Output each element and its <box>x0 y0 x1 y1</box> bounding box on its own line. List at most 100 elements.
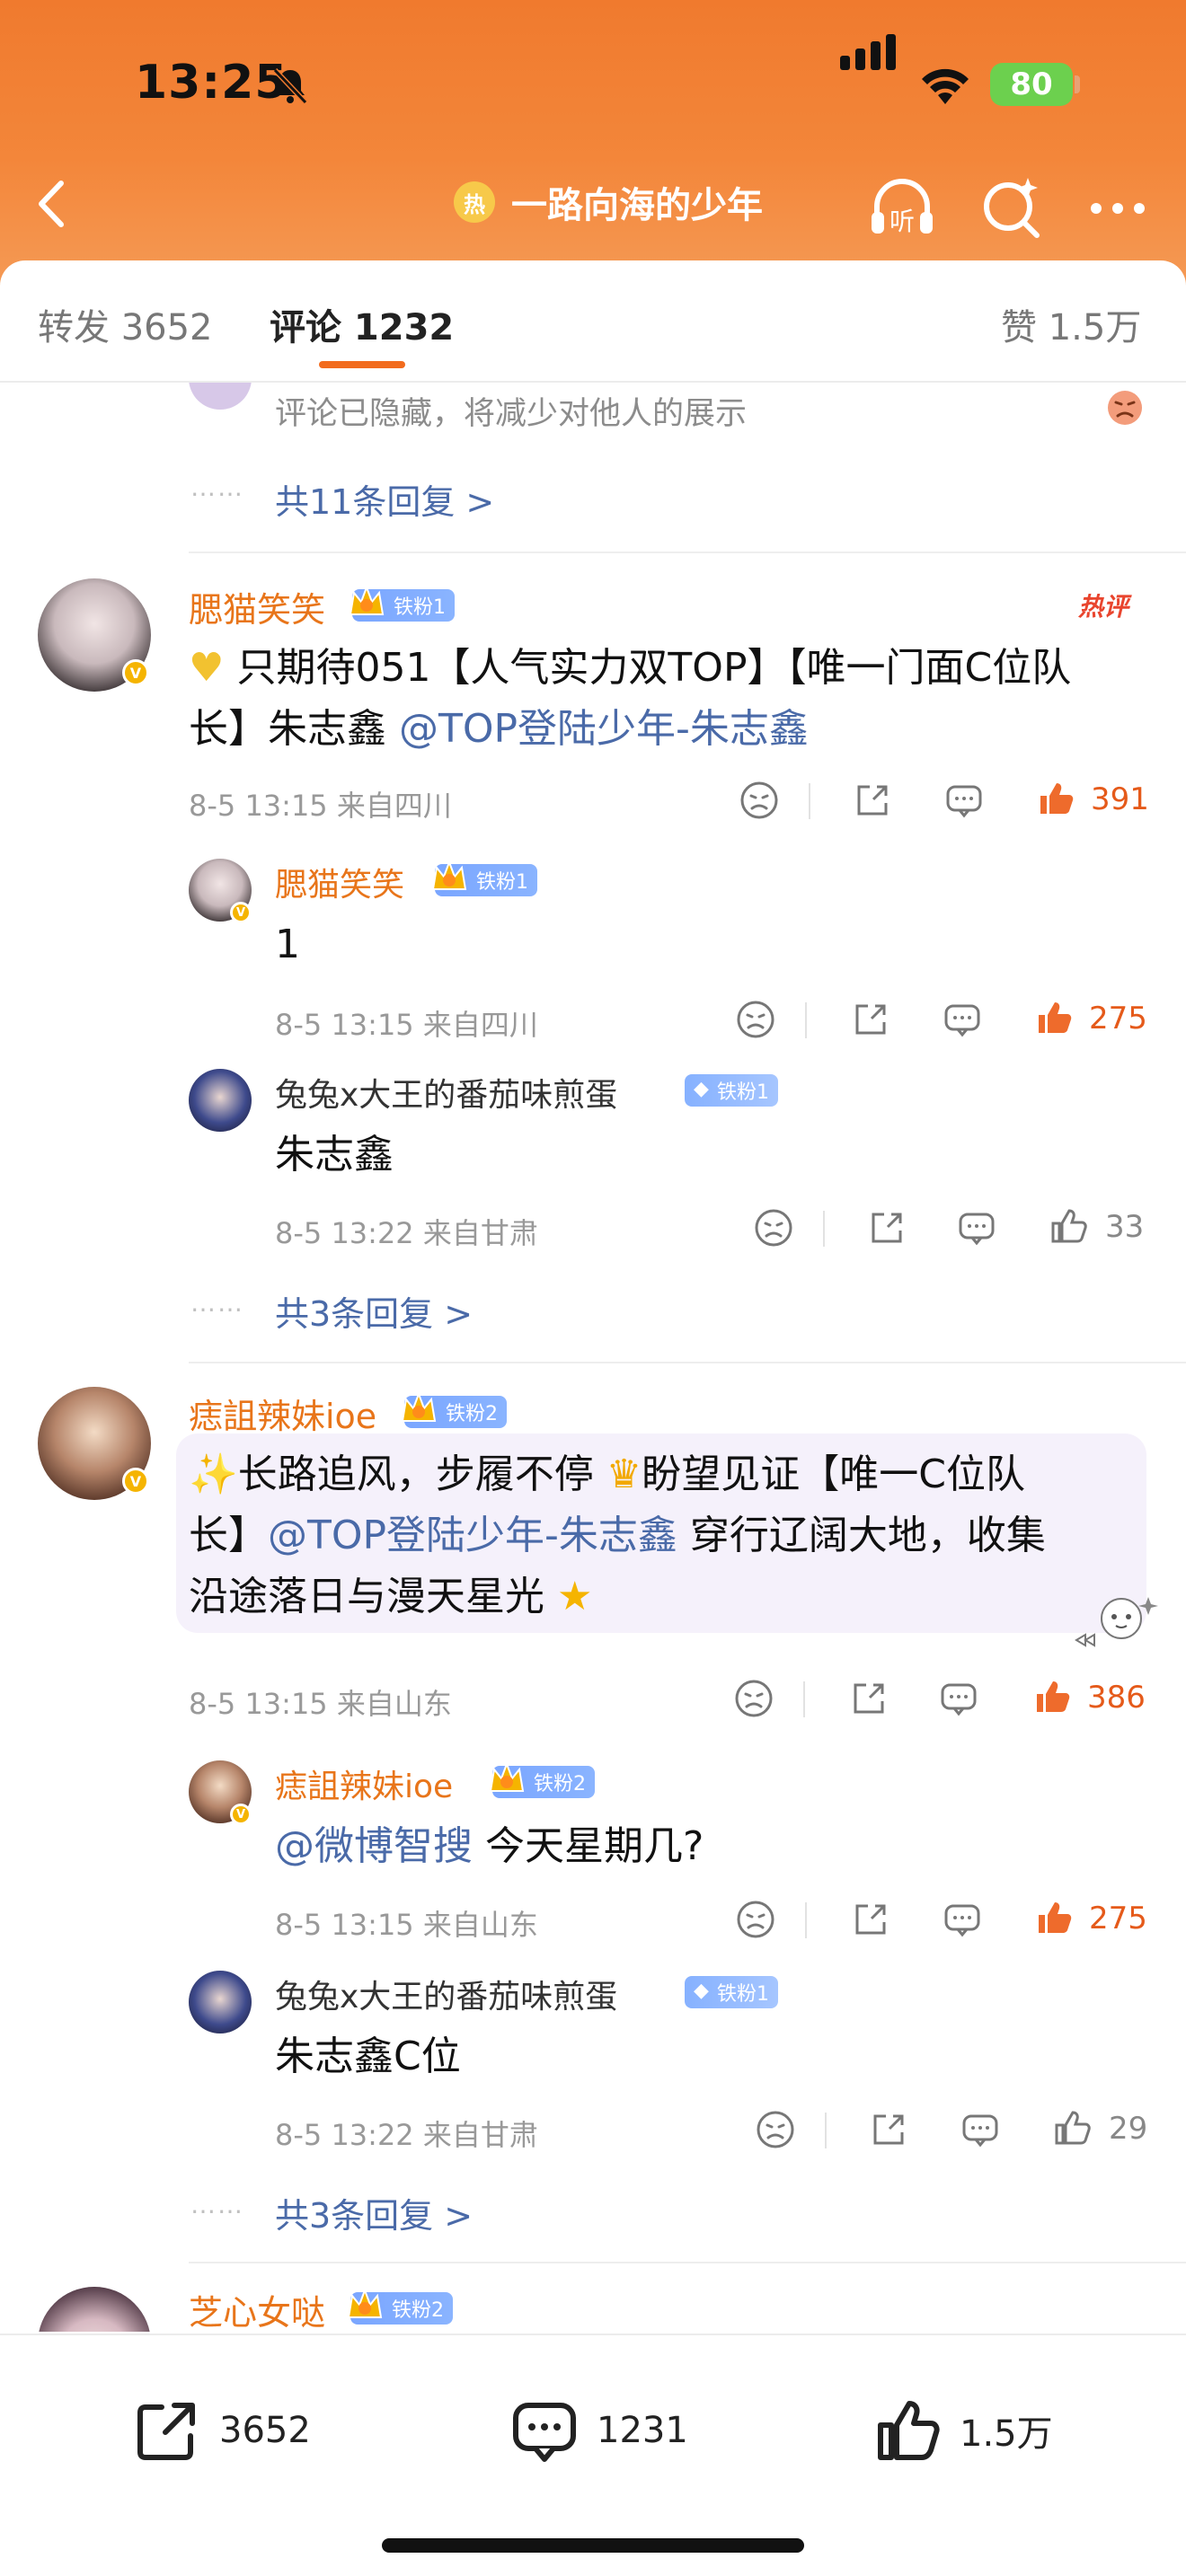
fan-level-badge: 铁粉2 <box>347 2288 453 2325</box>
reply-meta: 8-5 13:15 来自四川 <box>275 1008 538 1042</box>
action-separator <box>803 1681 805 1717</box>
tabs-panel: 转发 3652 评论 1232 赞 1.5万 <box>0 260 1186 382</box>
reply-body: 1 <box>275 922 300 967</box>
diamond-icon: ◆ <box>694 1980 709 2002</box>
fan-level-label: 铁粉1 <box>476 871 528 894</box>
thumbs-up-icon[interactable] <box>1033 997 1075 1038</box>
thumbs-up-icon[interactable] <box>1031 1676 1073 1717</box>
topic-title[interactable]: 热 一路向海的少年 <box>454 176 763 228</box>
headphones-icon[interactable]: 听 <box>864 169 940 244</box>
thread-divider <box>189 551 1186 553</box>
username[interactable]: 腮猫笑笑 <box>275 859 404 905</box>
avatar[interactable] <box>189 1069 252 1132</box>
comment-body-line: ✨长路追风，步履不停 ♛盼望见证【唯一C位队 <box>189 1451 1025 1497</box>
view-more-replies-link[interactable]: 共3条回复 > <box>275 2188 473 2237</box>
more-options-icon[interactable] <box>1080 169 1155 244</box>
dislike-face-icon[interactable] <box>753 1207 794 1248</box>
username[interactable]: 腮猫笑笑 <box>189 582 325 631</box>
thread-divider <box>189 2262 1186 2263</box>
username[interactable]: 兔兔x大王的番茄味煎蛋 <box>275 1069 617 1116</box>
view-more-replies-link[interactable]: 共11条回复 > <box>275 474 494 524</box>
username[interactable]: 芝心女哒 <box>189 2285 325 2332</box>
mention-link[interactable]: @微博智搜 <box>275 1823 473 1869</box>
page-title: 一路向海的少年 <box>511 185 763 226</box>
view-more-replies-link[interactable]: 共3条回复 > <box>275 1286 473 1336</box>
share-icon[interactable] <box>868 2109 909 2150</box>
repost-icon <box>137 2403 195 2460</box>
avatar[interactable] <box>38 2287 151 2332</box>
reply-bubble-icon[interactable] <box>942 1899 983 1940</box>
tab-likes[interactable]: 赞 1.5万 <box>1001 298 1141 350</box>
back-arrow-icon[interactable] <box>29 172 74 235</box>
tab-repost[interactable]: 转发 3652 <box>38 298 213 350</box>
fan-level-label: 铁粉2 <box>534 1773 586 1795</box>
reply-bubble-icon[interactable] <box>942 999 983 1040</box>
fan-level-label: 铁粉1 <box>394 596 446 619</box>
thumbs-up-icon <box>878 2401 940 2460</box>
thumbs-up-icon[interactable] <box>1033 1897 1075 1938</box>
action-separator <box>825 2113 827 2148</box>
battery-tip <box>1075 75 1080 93</box>
share-icon[interactable] <box>848 1678 890 1719</box>
username[interactable]: 痣詛辣妹ioe <box>275 1760 453 1807</box>
repost-button[interactable]: 3652 <box>131 2395 311 2466</box>
tab-comments[interactable]: 评论 1232 <box>270 298 454 350</box>
like-count: 391 <box>1091 781 1149 817</box>
search-sparkle-icon[interactable] <box>974 169 1049 244</box>
diamond-icon: ◆ <box>694 1078 709 1100</box>
like-count: 275 <box>1089 1901 1147 1936</box>
hidden-comment-note: 评论已隐藏，将减少对他人的展示 <box>275 396 748 432</box>
reply-bubble-icon[interactable] <box>960 2109 1001 2150</box>
username[interactable]: 兔兔x大王的番茄味煎蛋 <box>275 1971 617 2017</box>
reply-meta: 8-5 13:22 来自甘肃 <box>275 2118 538 2152</box>
comment-meta: 8-5 13:15 来自四川 <box>189 789 452 823</box>
thumbs-up-outline-icon[interactable] <box>1051 2107 1093 2148</box>
bell-muted-icon <box>272 67 308 105</box>
share-icon[interactable] <box>850 999 891 1040</box>
comment-meta: 8-5 13:15 来自山东 <box>189 1687 452 1721</box>
status-bar: 13:25 80 <box>0 0 1186 171</box>
like-button[interactable]: 1.5万 <box>872 2395 1053 2466</box>
comment-button[interactable]: 1231 <box>509 2395 688 2466</box>
listen-label: 听 <box>890 207 915 236</box>
share-icon[interactable] <box>852 780 893 821</box>
reply-body: 朱志鑫 <box>275 1132 394 1178</box>
more-dots: …… <box>190 1288 244 1318</box>
share-icon[interactable] <box>866 1207 907 1248</box>
crown-icon <box>347 2288 383 2318</box>
avatar[interactable] <box>189 383 252 410</box>
dislike-face-icon[interactable] <box>735 999 776 1040</box>
comment-body-line: 长】朱志鑫 @TOP登陆少年-朱志鑫 <box>189 706 809 752</box>
sparkles-icon: ✨ <box>189 1451 238 1497</box>
comment-list[interactable]: 评论已隐藏，将减少对他人的展示 …… 共11条回复 > V 腮猫笑笑 铁粉1 热… <box>0 383 1186 2332</box>
verified-badge-icon: V <box>230 1804 252 1825</box>
fan-level-badge: ◆ 铁粉1 <box>685 1074 778 1107</box>
crown-icon <box>489 1761 525 1792</box>
reply-bubble-icon[interactable] <box>938 1678 979 1719</box>
crown-icon <box>349 585 385 615</box>
dislike-face-icon[interactable] <box>755 2109 796 2150</box>
reply-bubble-icon[interactable] <box>943 780 985 821</box>
bubble-sticker-icon <box>1075 1597 1158 1647</box>
fan-level-badge: ◆ 铁粉1 <box>685 1976 778 2008</box>
avatar[interactable] <box>189 1971 252 2033</box>
mention-link[interactable]: @TOP登陆少年-朱志鑫 <box>399 706 809 752</box>
fan-level-label: 铁粉2 <box>392 2299 444 2322</box>
dislike-face-icon[interactable] <box>735 1899 776 1940</box>
thumbs-up-icon[interactable] <box>1035 778 1076 819</box>
verified-badge-icon: V <box>122 1468 149 1495</box>
reply-body: 朱志鑫C位 <box>275 2033 461 2079</box>
battery-indicator: 80 <box>990 63 1073 106</box>
thumbs-up-outline-icon[interactable] <box>1048 1205 1089 1247</box>
dislike-face-icon[interactable] <box>733 1678 774 1719</box>
dislike-face-icon[interactable] <box>1105 388 1145 428</box>
dislike-face-icon[interactable] <box>739 780 780 821</box>
reply-bubble-icon[interactable] <box>956 1207 997 1248</box>
comment-body-line: 长】@TOP登陆少年-朱志鑫 穿行辽阔大地，收集 <box>189 1513 1046 1558</box>
share-icon[interactable] <box>850 1899 891 1940</box>
fan-level-label: 铁粉2 <box>446 1403 498 1425</box>
active-tab-underline <box>319 361 405 368</box>
action-separator <box>823 1211 825 1247</box>
mention-link[interactable]: @TOP登陆少年-朱志鑫 <box>268 1513 677 1558</box>
username[interactable]: 痣詛辣妹ioe <box>189 1389 376 1438</box>
